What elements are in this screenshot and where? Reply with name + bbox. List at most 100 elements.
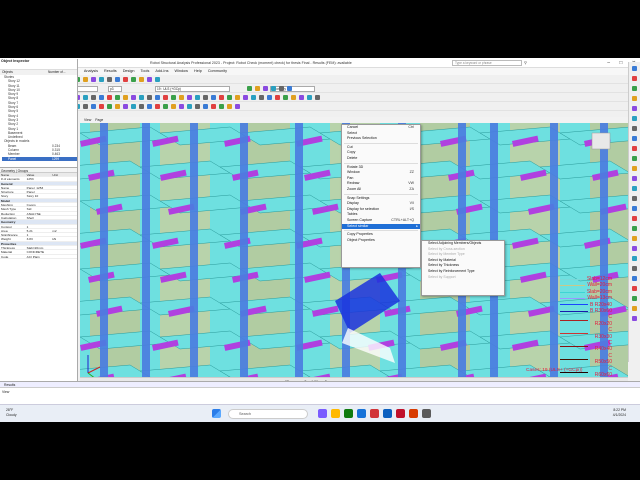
toolbar-tool-icon[interactable] bbox=[115, 77, 120, 82]
toolbar-tool-icon[interactable] bbox=[107, 104, 112, 109]
toolbar-tool-icon[interactable] bbox=[179, 95, 184, 100]
toolbar-tool-icon[interactable] bbox=[235, 95, 240, 100]
toolbar-tool-icon[interactable] bbox=[291, 95, 296, 100]
side-tool-icon[interactable] bbox=[632, 116, 637, 121]
submenu-item[interactable]: Select by Support bbox=[422, 275, 504, 281]
toolbar-tool-icon[interactable] bbox=[219, 95, 224, 100]
search-icon[interactable]: ⚲ bbox=[524, 60, 527, 65]
toolbar-tool-icon[interactable] bbox=[107, 77, 112, 82]
side-tool-icon[interactable] bbox=[632, 316, 637, 321]
side-tool-icon[interactable] bbox=[632, 236, 637, 241]
toolbar-tool-icon[interactable] bbox=[259, 95, 264, 100]
toolbar-tool-icon[interactable] bbox=[299, 95, 304, 100]
toolbar-tool-icon[interactable] bbox=[195, 104, 200, 109]
menu-results[interactable]: Results bbox=[104, 68, 117, 75]
toolbar-tool-icon[interactable] bbox=[155, 95, 160, 100]
toolbar-tool-icon[interactable] bbox=[99, 104, 104, 109]
panel-field[interactable]: p3 bbox=[108, 86, 122, 92]
side-tool-icon[interactable] bbox=[632, 166, 637, 171]
toolbar-tool-icon[interactable] bbox=[171, 104, 176, 109]
file-explorer-icon[interactable] bbox=[331, 409, 340, 418]
toolbar-tool-icon[interactable] bbox=[83, 104, 88, 109]
side-tool-icon[interactable] bbox=[632, 296, 637, 301]
side-tool-icon[interactable] bbox=[632, 76, 637, 81]
side-tool-icon[interactable] bbox=[632, 266, 637, 271]
side-tool-icon[interactable] bbox=[632, 156, 637, 161]
word-icon[interactable] bbox=[383, 409, 392, 418]
system-clock[interactable]: 8:22 PM 4/1/2024 bbox=[613, 408, 626, 418]
app-icon-1[interactable] bbox=[318, 409, 327, 418]
toolbar-tool-icon[interactable] bbox=[107, 95, 112, 100]
toolbar-tool-icon[interactable] bbox=[147, 77, 152, 82]
side-tool-icon[interactable] bbox=[632, 256, 637, 261]
toolbar-tool-icon[interactable] bbox=[91, 104, 96, 109]
view-cube-icon[interactable] bbox=[591, 132, 611, 150]
toolbar-tool-icon[interactable] bbox=[187, 95, 192, 100]
maximize-icon[interactable]: □ bbox=[619, 60, 622, 66]
toolbar-tool-icon[interactable] bbox=[315, 95, 320, 100]
menu-addins[interactable]: Add-Ins bbox=[155, 68, 168, 75]
toolbar-tool-icon[interactable] bbox=[123, 104, 128, 109]
menu-design[interactable]: Design bbox=[123, 68, 135, 75]
toolbar-tool-icon[interactable] bbox=[203, 104, 208, 109]
toolbar-tool-icon[interactable] bbox=[155, 77, 160, 82]
menu-help[interactable]: Help bbox=[194, 68, 202, 75]
app-icon-5[interactable] bbox=[370, 409, 379, 418]
help-search-input[interactable]: Type a keyword or phrase bbox=[452, 60, 522, 66]
toolbar-tool-icon[interactable] bbox=[247, 86, 252, 91]
side-tool-icon[interactable] bbox=[632, 246, 637, 251]
toolbar-tool-icon[interactable] bbox=[139, 104, 144, 109]
toolbar-tool-icon[interactable] bbox=[227, 95, 232, 100]
weather-widget[interactable]: 28°F Cloudy bbox=[6, 408, 17, 418]
toolbar-tool-icon[interactable] bbox=[83, 95, 88, 100]
toolbar-tool-icon[interactable] bbox=[211, 95, 216, 100]
side-tool-icon[interactable] bbox=[632, 286, 637, 291]
toolbar-tool-icon[interactable] bbox=[287, 86, 292, 91]
side-tool-icon[interactable] bbox=[632, 196, 637, 201]
load-case-dropdown[interactable]: 19 : ULS (+GCp) bbox=[155, 86, 230, 92]
toolbar-tool-icon[interactable] bbox=[155, 104, 160, 109]
column-member[interactable] bbox=[240, 123, 248, 385]
toolbar-tool-icon[interactable] bbox=[163, 104, 168, 109]
toolbar-tool-icon[interactable] bbox=[163, 95, 168, 100]
view-tab-page[interactable]: Page bbox=[95, 118, 103, 122]
toolbar-tool-icon[interactable] bbox=[139, 95, 144, 100]
edge-icon[interactable] bbox=[357, 409, 366, 418]
app-icon-3[interactable] bbox=[344, 409, 353, 418]
toolbar-tool-icon[interactable] bbox=[131, 77, 136, 82]
powerpoint-icon[interactable] bbox=[409, 409, 418, 418]
side-tool-icon[interactable] bbox=[632, 206, 637, 211]
toolbar-tool-icon[interactable] bbox=[171, 95, 176, 100]
app-icon-9[interactable] bbox=[422, 409, 431, 418]
toolbar-tool-icon[interactable] bbox=[251, 95, 256, 100]
toolbar-tool-icon[interactable] bbox=[219, 104, 224, 109]
menu-tools[interactable]: Tools bbox=[141, 68, 150, 75]
toolbar-tool-icon[interactable] bbox=[139, 77, 144, 82]
toolbar-tool-icon[interactable] bbox=[255, 86, 260, 91]
side-tool-icon[interactable] bbox=[632, 226, 637, 231]
menu-window[interactable]: Window bbox=[174, 68, 188, 75]
side-tool-icon[interactable] bbox=[632, 306, 637, 311]
side-tool-icon[interactable] bbox=[632, 186, 637, 191]
toolbar-tool-icon[interactable] bbox=[271, 86, 276, 91]
toolbar-tool-icon[interactable] bbox=[211, 104, 216, 109]
toolbar-tool-icon[interactable] bbox=[267, 95, 272, 100]
view-tab-view[interactable]: View bbox=[84, 118, 91, 122]
toolbar-tool-icon[interactable] bbox=[147, 95, 152, 100]
toolbar-tool-icon[interactable] bbox=[227, 104, 232, 109]
toolbar-tool-icon[interactable] bbox=[83, 77, 88, 82]
toolbar-tool-icon[interactable] bbox=[123, 77, 128, 82]
toolbar-tool-icon[interactable] bbox=[147, 104, 152, 109]
view-dropdown[interactable]: Geometry bbox=[270, 86, 315, 92]
toolbar-tool-icon[interactable] bbox=[307, 95, 312, 100]
toolbar-tool-icon[interactable] bbox=[279, 86, 284, 91]
side-tool-icon[interactable] bbox=[632, 146, 637, 151]
toolbar-tool-icon[interactable] bbox=[131, 104, 136, 109]
side-tool-icon[interactable] bbox=[632, 136, 637, 141]
toolbar-tool-icon[interactable] bbox=[115, 95, 120, 100]
side-tool-icon[interactable] bbox=[632, 96, 637, 101]
toolbar-tool-icon[interactable] bbox=[235, 104, 240, 109]
ctx-item-select-similar[interactable]: Select similar ▸ bbox=[342, 223, 420, 230]
side-tool-icon[interactable] bbox=[632, 106, 637, 111]
windows-start-icon[interactable] bbox=[212, 409, 221, 418]
